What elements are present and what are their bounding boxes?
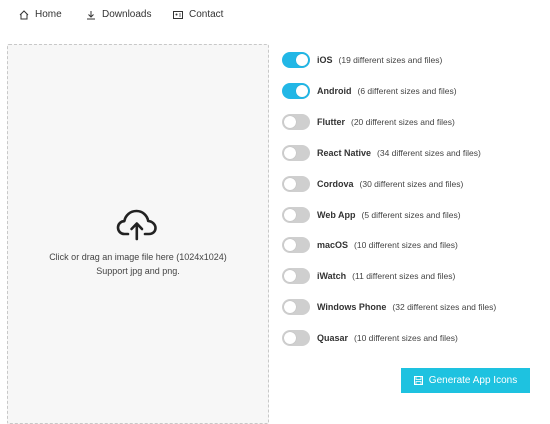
top-nav: Home Downloads Contact: [0, 0, 550, 30]
option-detail: (19 different sizes and files): [338, 55, 443, 65]
nav-home-label: Home: [35, 9, 62, 20]
home-icon: [19, 9, 29, 19]
nav-downloads-label: Downloads: [102, 9, 152, 20]
option-detail: (20 different sizes and files): [351, 117, 455, 127]
option-detail: (10 different sizes and files): [354, 240, 458, 250]
toggle-switch[interactable]: [282, 176, 310, 192]
option-cordova[interactable]: Cordova (30 different sizes and files): [282, 176, 550, 192]
option-name: Flutter: [317, 117, 345, 127]
nav-home[interactable]: Home: [19, 9, 62, 20]
save-icon: [413, 376, 423, 385]
dropzone-instructions: Click or drag an image file here (1024x1…: [49, 252, 227, 262]
toggle-switch[interactable]: [282, 330, 310, 346]
contact-card-icon: [173, 10, 183, 19]
option-detail: (5 different sizes and files): [361, 210, 461, 220]
option-quasar[interactable]: Quasar (10 different sizes and files): [282, 330, 550, 346]
toggle-switch[interactable]: [282, 52, 310, 68]
option-detail: (11 different sizes and files): [352, 271, 456, 281]
option-name: React Native: [317, 148, 372, 158]
option-web-app[interactable]: Web App (5 different sizes and files): [282, 207, 550, 223]
toggle-switch[interactable]: [282, 268, 310, 284]
option-detail: (30 different sizes and files): [359, 179, 464, 189]
option-name: macOS: [317, 240, 349, 250]
upload-cloud-icon: [116, 209, 157, 241]
toggle-switch[interactable]: [282, 145, 310, 161]
generate-button-label: Generate App Icons: [428, 375, 518, 386]
toggle-switch[interactable]: [282, 114, 310, 130]
toggle-switch[interactable]: [282, 83, 310, 99]
option-ios[interactable]: iOS (19 different sizes and files): [282, 52, 550, 68]
option-macos[interactable]: macOS (10 different sizes and files): [282, 237, 550, 253]
option-detail: (34 different sizes and files): [377, 148, 481, 158]
nav-downloads[interactable]: Downloads: [86, 9, 151, 20]
option-detail: (10 different sizes and files): [354, 333, 458, 343]
option-detail: (6 different sizes and files): [357, 86, 457, 96]
toggle-switch[interactable]: [282, 207, 310, 223]
nav-contact[interactable]: Contact: [173, 9, 223, 20]
option-name: Android: [317, 86, 352, 96]
option-name: iOS: [317, 55, 333, 65]
option-detail: (32 different sizes and files): [392, 302, 497, 312]
dropzone-formats: Support jpg and png.: [96, 266, 180, 276]
option-name: iWatch: [317, 271, 347, 281]
toggle-switch[interactable]: [282, 299, 310, 315]
option-name: Quasar: [317, 333, 349, 343]
option-name: Web App: [317, 210, 356, 220]
option-name: Windows Phone: [317, 302, 387, 312]
image-dropzone[interactable]: Click or drag an image file here (1024x1…: [7, 44, 269, 424]
download-icon: [87, 10, 95, 19]
option-windows-phone[interactable]: Windows Phone (32 different sizes and fi…: [282, 299, 550, 315]
option-react-native[interactable]: React Native (34 different sizes and fil…: [282, 145, 550, 161]
nav-contact-label: Contact: [189, 9, 224, 20]
option-name: Cordova: [317, 179, 354, 189]
toggle-switch[interactable]: [282, 237, 310, 253]
option-android[interactable]: Android (6 different sizes and files): [282, 83, 550, 99]
option-iwatch[interactable]: iWatch (11 different sizes and files): [282, 268, 550, 284]
generate-app-icons-button[interactable]: Generate App Icons: [401, 368, 530, 393]
option-flutter[interactable]: Flutter (20 different sizes and files): [282, 114, 550, 130]
